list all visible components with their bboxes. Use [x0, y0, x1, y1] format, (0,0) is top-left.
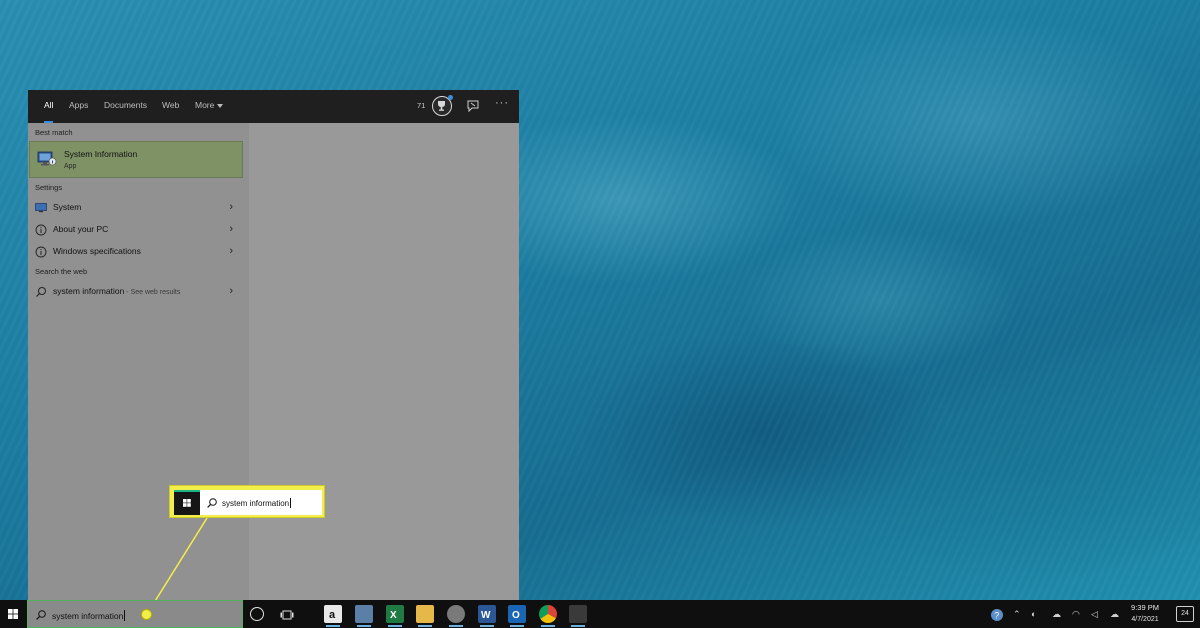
windows-logo-icon: [8, 609, 18, 619]
settings-item-about-your-pc[interactable]: About your PC ›: [28, 218, 243, 240]
volume-icon[interactable]: ◁: [1091, 600, 1098, 628]
monitor-icon: [35, 201, 47, 213]
chevron-right-icon: ›: [229, 285, 233, 297]
system-clock[interactable]: 9:39 PM 4/7/2021: [1125, 602, 1165, 625]
text-cursor: [124, 610, 126, 621]
more-options-button[interactable]: ···: [495, 97, 509, 109]
text-cursor: [290, 498, 292, 508]
onedrive-icon[interactable]: ☁: [1110, 600, 1119, 628]
task-view-icon: [280, 610, 294, 620]
settings-item-label: About your PC: [53, 224, 109, 234]
excel-app-icon[interactable]: X: [386, 605, 404, 627]
best-match-subtitle: App: [64, 163, 77, 170]
taskbar-search-input[interactable]: system information: [27, 600, 243, 628]
rewards-trophy-icon[interactable]: [432, 95, 453, 116]
web-search-label: system information - See web results: [53, 286, 180, 296]
chevron-down-icon: [217, 103, 224, 108]
chrome-app-icon[interactable]: [539, 605, 557, 627]
tab-more-label: More: [195, 100, 215, 110]
taskbar: system information a X W O ? ⌃ ◐ ☁ ◠ ◁ ☁…: [0, 600, 1200, 628]
best-match-title: System Information: [64, 149, 138, 159]
svg-text:O: O: [512, 610, 520, 621]
taskbar-search-text: system information: [52, 611, 124, 621]
info-icon: [35, 245, 47, 258]
chevron-right-icon: ›: [229, 245, 233, 257]
tab-more[interactable]: More: [195, 90, 224, 123]
tab-apps[interactable]: Apps: [69, 90, 88, 123]
people-icon[interactable]: ◐: [1031, 600, 1036, 628]
cloud-icon[interactable]: ☁: [1052, 600, 1061, 628]
paint-app-icon[interactable]: [447, 605, 465, 627]
outlook-app-icon[interactable]: O: [508, 605, 526, 627]
notes-app-icon[interactable]: [355, 605, 373, 627]
search-icon: [35, 285, 47, 297]
search-icon: [36, 610, 46, 620]
callout-search-box: system information: [200, 490, 322, 515]
svg-text:a: a: [329, 609, 336, 621]
start-search-panel: All Apps Documents Web More 71 ··· Best …: [28, 90, 519, 600]
feedback-icon[interactable]: [466, 99, 480, 113]
web-search-hint: - See web results: [124, 289, 181, 296]
settings-label: Settings: [35, 183, 63, 192]
taskbar-search-text-wrap: system information: [52, 610, 126, 621]
system-information-app-icon: [37, 150, 57, 168]
chevron-right-icon: ›: [229, 223, 233, 235]
best-match-label: Best match: [35, 128, 73, 137]
svg-text:?: ?: [994, 610, 999, 620]
svg-text:W: W: [481, 610, 491, 621]
help-icon[interactable]: ?: [990, 600, 1004, 628]
info-icon: [35, 223, 47, 236]
clock-time: 9:39 PM: [1131, 603, 1159, 612]
notification-center-button[interactable]: 24: [1176, 606, 1194, 622]
search-web-label: Search the web: [35, 267, 88, 276]
settings-item-system[interactable]: System ›: [28, 196, 243, 218]
svg-text:X: X: [390, 610, 397, 621]
amazon-app-icon[interactable]: a: [324, 605, 342, 627]
settings-item-windows-specifications[interactable]: Windows specifications ›: [28, 240, 243, 262]
callout-search-text: system information: [222, 499, 290, 508]
zoom-callout: system information: [169, 485, 325, 518]
notification-count: 24: [1181, 610, 1189, 617]
rewards-points: 71: [417, 101, 426, 110]
callout-search-text-wrap: system information: [222, 498, 292, 508]
cortana-button[interactable]: [250, 607, 264, 621]
settings-item-label: System: [53, 202, 82, 212]
web-search-result[interactable]: system information - See web results ›: [28, 280, 243, 302]
wifi-icon[interactable]: ◠: [1072, 600, 1080, 628]
search-panel-header: All Apps Documents Web More 71 ···: [28, 90, 519, 123]
snipping-tool-icon[interactable]: [569, 605, 587, 627]
chevron-right-icon: ›: [229, 201, 233, 213]
start-button[interactable]: [0, 600, 27, 628]
task-view-button[interactable]: [280, 608, 294, 620]
preview-pane: [249, 123, 519, 600]
results-list: Best match System Information App Settin…: [28, 123, 249, 600]
search-icon: [207, 498, 217, 508]
file-explorer-icon[interactable]: [416, 605, 434, 627]
best-match-system-information[interactable]: System Information App: [29, 141, 243, 178]
tab-documents[interactable]: Documents: [104, 90, 147, 123]
word-app-icon[interactable]: W: [478, 605, 496, 627]
clock-date: 4/7/2021: [1131, 616, 1159, 623]
callout-anchor-dot: [141, 609, 152, 620]
settings-item-label: Windows specifications: [53, 246, 141, 256]
chevron-up-icon[interactable]: ⌃: [1013, 600, 1021, 628]
tab-all[interactable]: All: [44, 90, 54, 123]
tab-web[interactable]: Web: [162, 90, 179, 123]
windows-logo-icon: [174, 490, 200, 515]
web-search-query: system information: [53, 286, 125, 296]
